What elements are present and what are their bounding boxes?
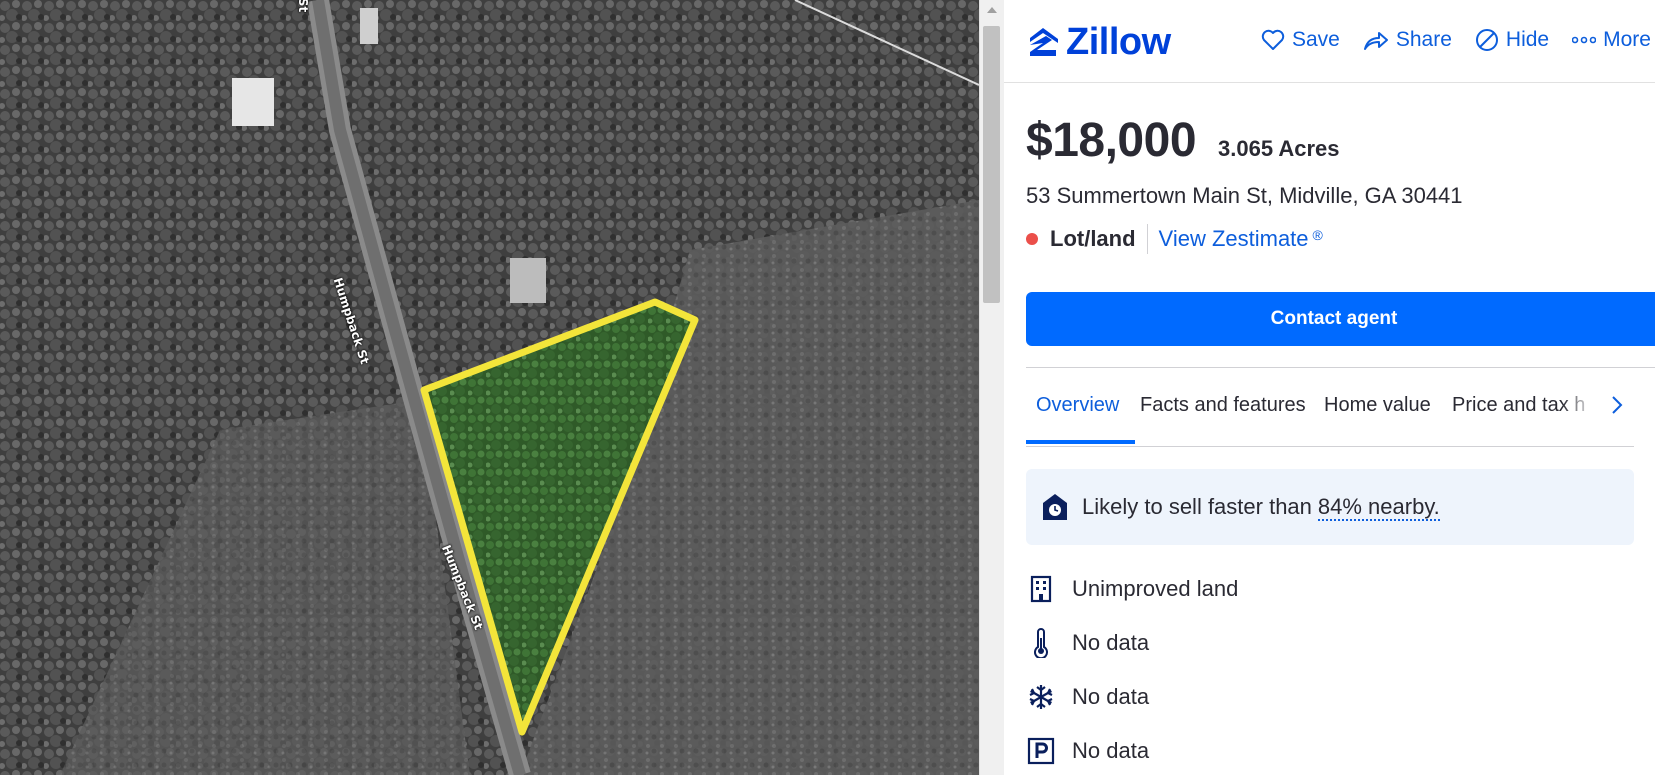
- insight-text: Likely to sell faster than: [1082, 494, 1312, 519]
- save-button[interactable]: Save: [1261, 28, 1340, 52]
- zestimate-link[interactable]: View Zestimate ®: [1159, 226, 1323, 252]
- divider: [1146, 224, 1148, 254]
- section-tabs: Overview Facts and features Home value P…: [1026, 388, 1634, 446]
- contact-agent-button[interactable]: Contact agent: [1026, 292, 1655, 346]
- share-button[interactable]: Share: [1363, 28, 1452, 52]
- share-label: Share: [1395, 28, 1452, 51]
- status-dot-icon: [1026, 233, 1038, 245]
- tab-overview[interactable]: Overview: [1036, 394, 1119, 417]
- tab-fade: [1562, 388, 1608, 428]
- fact-text: No data: [1072, 684, 1150, 709]
- tab-facts-and-features[interactable]: Facts and features: [1140, 394, 1306, 417]
- map-imagery: [0, 0, 979, 775]
- map-scrollbar[interactable]: [979, 0, 1004, 775]
- list-item: Unimproved land: [1026, 562, 1238, 616]
- heart-icon: [1261, 29, 1285, 50]
- parking-icon: [1027, 737, 1055, 765]
- list-item: No data: [1026, 670, 1238, 724]
- listing-price: $18,000: [1026, 114, 1197, 167]
- header-actions: Save Share Hide More: [1261, 28, 1655, 52]
- more-button[interactable]: More: [1572, 28, 1651, 52]
- fact-text: No data: [1072, 630, 1150, 655]
- listing-panel: Zillow Save Share Hide More $18,000 3.06…: [1004, 0, 1655, 775]
- scroll-up-icon[interactable]: [987, 7, 997, 13]
- hide-icon: [1475, 29, 1498, 51]
- insight-link[interactable]: 84% nearby.: [1317, 494, 1440, 521]
- fact-list: Unimproved land No data No data No data: [1026, 562, 1238, 775]
- fact-text: Unimproved land: [1072, 576, 1239, 601]
- zillow-logo-icon: [1030, 28, 1058, 56]
- share-icon: [1363, 32, 1388, 50]
- snowflake-icon: [1029, 685, 1053, 709]
- active-tab-indicator: [1026, 440, 1135, 444]
- listing-status: Lot/land: [1050, 226, 1136, 251]
- zillow-logo[interactable]: Zillow: [1026, 20, 1171, 63]
- house-clock-icon: [1043, 494, 1067, 520]
- save-label: Save: [1292, 28, 1340, 51]
- road-label: St: [296, 0, 311, 13]
- chevron-right-icon[interactable]: [1610, 394, 1624, 416]
- more-label: More: [1603, 28, 1651, 51]
- zestimate-label: View Zestimate: [1158, 226, 1309, 251]
- more-icon: [1572, 36, 1597, 44]
- thermometer-icon: [1034, 628, 1048, 658]
- divider: [1026, 446, 1634, 447]
- logo-text: Zillow: [1066, 20, 1171, 63]
- divider: [1026, 367, 1655, 368]
- listing-address: 53 Summertown Main St, Midville, GA 3044…: [1026, 183, 1463, 208]
- scroll-thumb[interactable]: [983, 26, 1000, 303]
- lot-acres: 3.065 Acres: [1218, 136, 1340, 161]
- tab-home-value[interactable]: Home value: [1324, 394, 1431, 417]
- header-bar: Zillow Save Share Hide More: [1004, 0, 1655, 83]
- status-row: Lot/land View Zestimate ®: [1026, 224, 1323, 254]
- list-item: No data: [1026, 724, 1238, 775]
- sell-faster-insight: Likely to sell faster than 84% nearby.: [1026, 469, 1634, 545]
- list-item: No data: [1026, 616, 1238, 670]
- satellite-map[interactable]: St Humpback St Humpback St: [0, 0, 979, 775]
- hide-label: Hide: [1505, 28, 1550, 51]
- building-shape: [360, 8, 378, 44]
- price-row: $18,000 3.065 Acres: [1026, 113, 1340, 168]
- fact-text: No data: [1072, 738, 1150, 763]
- building-icon: [1030, 575, 1052, 603]
- registered-mark: ®: [1312, 226, 1323, 243]
- hide-button[interactable]: Hide: [1475, 28, 1549, 52]
- building-shape: [510, 258, 546, 303]
- building-shape: [232, 78, 274, 126]
